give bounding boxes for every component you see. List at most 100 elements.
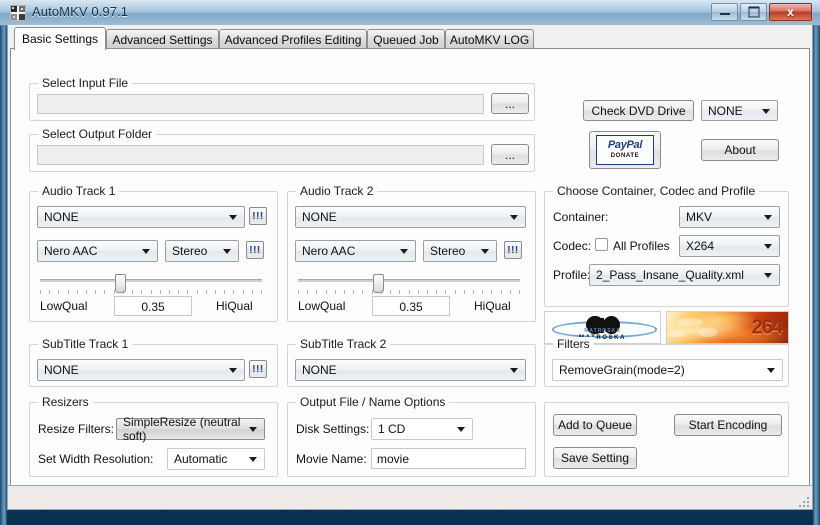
profile-combo[interactable]: 2_Pass_Insane_Quality.xml <box>589 264 780 286</box>
dvd-drive-combo[interactable]: NONE <box>701 100 778 121</box>
chevron-down-icon <box>767 368 775 373</box>
window-frame-right <box>813 0 820 525</box>
audio2-quality-field[interactable]: 0.35 <box>372 296 450 316</box>
tab-label: AutoMKV LOG <box>450 33 529 47</box>
audio2-channels-combo[interactable]: Stereo <box>423 240 497 262</box>
input-file-field[interactable] <box>37 94 484 114</box>
audio1-source-combo[interactable]: NONE <box>37 206 245 228</box>
group-resizers: Resizers Resize Filters: SimpleResize (n… <box>29 402 278 477</box>
start-encoding-button[interactable]: Start Encoding <box>674 414 782 436</box>
audio2-hiqual-label: HiQual <box>474 299 511 313</box>
chevron-down-icon <box>229 215 237 220</box>
group-caption: Output File / Name Options <box>296 395 449 409</box>
output-folder-browse-button[interactable]: ... <box>491 144 529 165</box>
slider-track <box>40 279 262 282</box>
container-label: Container: <box>553 210 608 224</box>
audio2-quality-slider[interactable] <box>298 274 520 294</box>
container-value: MKV <box>686 210 712 224</box>
audio1-codec-value: Nero AAC <box>44 244 97 258</box>
subtitle1-combo[interactable]: NONE <box>37 359 245 381</box>
dvd-drive-value: NONE <box>708 104 743 118</box>
audio1-lowqual-label: LowQual <box>40 299 87 313</box>
group-caption: SubTitle Track 2 <box>296 337 390 351</box>
group-filters: Filters RemoveGrain(mode=2) <box>544 344 789 387</box>
tab-label: Advanced Settings <box>112 33 212 47</box>
tab-automkv-log[interactable]: AutoMKV LOG <box>445 29 534 49</box>
close-button[interactable]: x <box>769 3 812 21</box>
group-caption: Audio Track 2 <box>296 184 377 198</box>
group-audio-track-1: Audio Track 1 NONE !!! Nero AAC Stereo !… <box>29 191 278 322</box>
title-bar[interactable]: AutoMKV 0.97.1 x <box>0 0 820 26</box>
paypal-logo: PayPal DONATE <box>596 135 654 165</box>
audio1-channels-combo[interactable]: Stereo <box>165 240 239 262</box>
codec-label: Codec: <box>553 239 591 253</box>
status-bar <box>7 485 813 510</box>
group-caption: Resizers <box>38 395 93 409</box>
group-caption: Select Output Folder <box>38 127 156 141</box>
close-icon: x <box>787 6 794 18</box>
application-window: AutoMKV 0.97.1 x Basic Settings Advanced… <box>0 0 820 525</box>
subtitle1-info-button[interactable]: !!! <box>249 360 267 378</box>
tab-advanced-settings[interactable]: Advanced Settings <box>106 29 219 49</box>
chevron-down-icon <box>229 368 237 373</box>
all-profiles-checkbox[interactable] <box>595 238 608 251</box>
tab-label: Queued Job <box>373 33 438 47</box>
x264-logo-text: 264 <box>752 316 782 339</box>
chevron-down-icon <box>249 457 257 462</box>
audio2-lowqual-label: LowQual <box>298 299 345 313</box>
chevron-down-icon <box>510 215 518 220</box>
chevron-down-icon <box>510 368 518 373</box>
x264-logo: 264 <box>666 311 789 344</box>
chevron-down-icon <box>481 249 489 254</box>
window-title: AutoMKV 0.97.1 <box>32 4 128 19</box>
save-setting-button[interactable]: Save Setting <box>553 447 637 469</box>
filters-combo[interactable]: RemoveGrain(mode=2) <box>552 359 783 381</box>
audio2-codec-combo[interactable]: Nero AAC <box>295 240 416 262</box>
set-width-value: Automatic <box>174 452 227 466</box>
chevron-down-icon <box>764 244 772 249</box>
chevron-down-icon <box>764 273 772 278</box>
chevron-down-icon <box>762 109 770 114</box>
add-to-queue-button[interactable]: Add to Queue <box>553 414 637 436</box>
tab-advanced-profiles-editing[interactable]: Advanced Profiles Editing <box>219 29 367 49</box>
group-actions: Add to Queue Start Encoding Save Setting <box>544 402 789 477</box>
subtitle2-value: NONE <box>302 363 337 377</box>
matroska-logo-text-top: MATROSKA <box>545 328 660 334</box>
about-button[interactable]: About <box>701 139 779 161</box>
window-controls: x <box>711 3 812 21</box>
chevron-down-icon <box>457 427 465 432</box>
movie-name-label: Movie Name: <box>296 452 367 466</box>
movie-name-field[interactable]: movie <box>371 448 526 469</box>
resize-filters-combo[interactable]: SimpleResize (neutral soft) <box>116 418 265 440</box>
resize-grip-icon[interactable] <box>797 495 809 507</box>
audio1-codec-combo[interactable]: Nero AAC <box>37 240 158 262</box>
audio2-codec-value: Nero AAC <box>302 244 355 258</box>
maximize-button[interactable] <box>740 3 767 21</box>
audio1-source-value: NONE <box>44 210 79 224</box>
audio2-codec-info-button[interactable]: !!! <box>504 241 522 259</box>
subtitle1-value: NONE <box>44 363 79 377</box>
tab-basic-settings[interactable]: Basic Settings <box>14 27 106 50</box>
subtitle2-combo[interactable]: NONE <box>295 359 526 381</box>
audio1-quality-field[interactable]: 0.35 <box>114 296 192 316</box>
audio2-source-combo[interactable]: NONE <box>295 206 526 228</box>
chevron-down-icon <box>249 427 257 432</box>
tab-queued-job[interactable]: Queued Job <box>367 29 445 49</box>
audio1-quality-slider[interactable] <box>40 274 262 294</box>
group-container-codec-profile: Choose Container, Codec and Profile Cont… <box>544 191 789 307</box>
codec-combo[interactable]: X264 <box>679 235 780 257</box>
minimize-button[interactable] <box>711 3 738 21</box>
audio1-source-info-button[interactable]: !!! <box>249 207 267 225</box>
set-width-combo[interactable]: Automatic <box>167 448 265 470</box>
input-file-browse-button[interactable]: ... <box>491 93 529 114</box>
output-folder-field[interactable] <box>37 145 484 165</box>
container-combo[interactable]: MKV <box>679 206 780 228</box>
audio2-source-value: NONE <box>302 210 337 224</box>
disk-settings-combo[interactable]: 1 CD <box>371 418 473 440</box>
check-dvd-drive-button[interactable]: Check DVD Drive <box>583 100 694 121</box>
minimize-icon <box>720 9 730 15</box>
tab-label: Advanced Profiles Editing <box>225 33 362 47</box>
audio1-codec-info-button[interactable]: !!! <box>246 241 264 259</box>
paypal-donate-button[interactable]: PayPal DONATE <box>589 131 661 169</box>
group-caption: Audio Track 1 <box>38 184 119 198</box>
